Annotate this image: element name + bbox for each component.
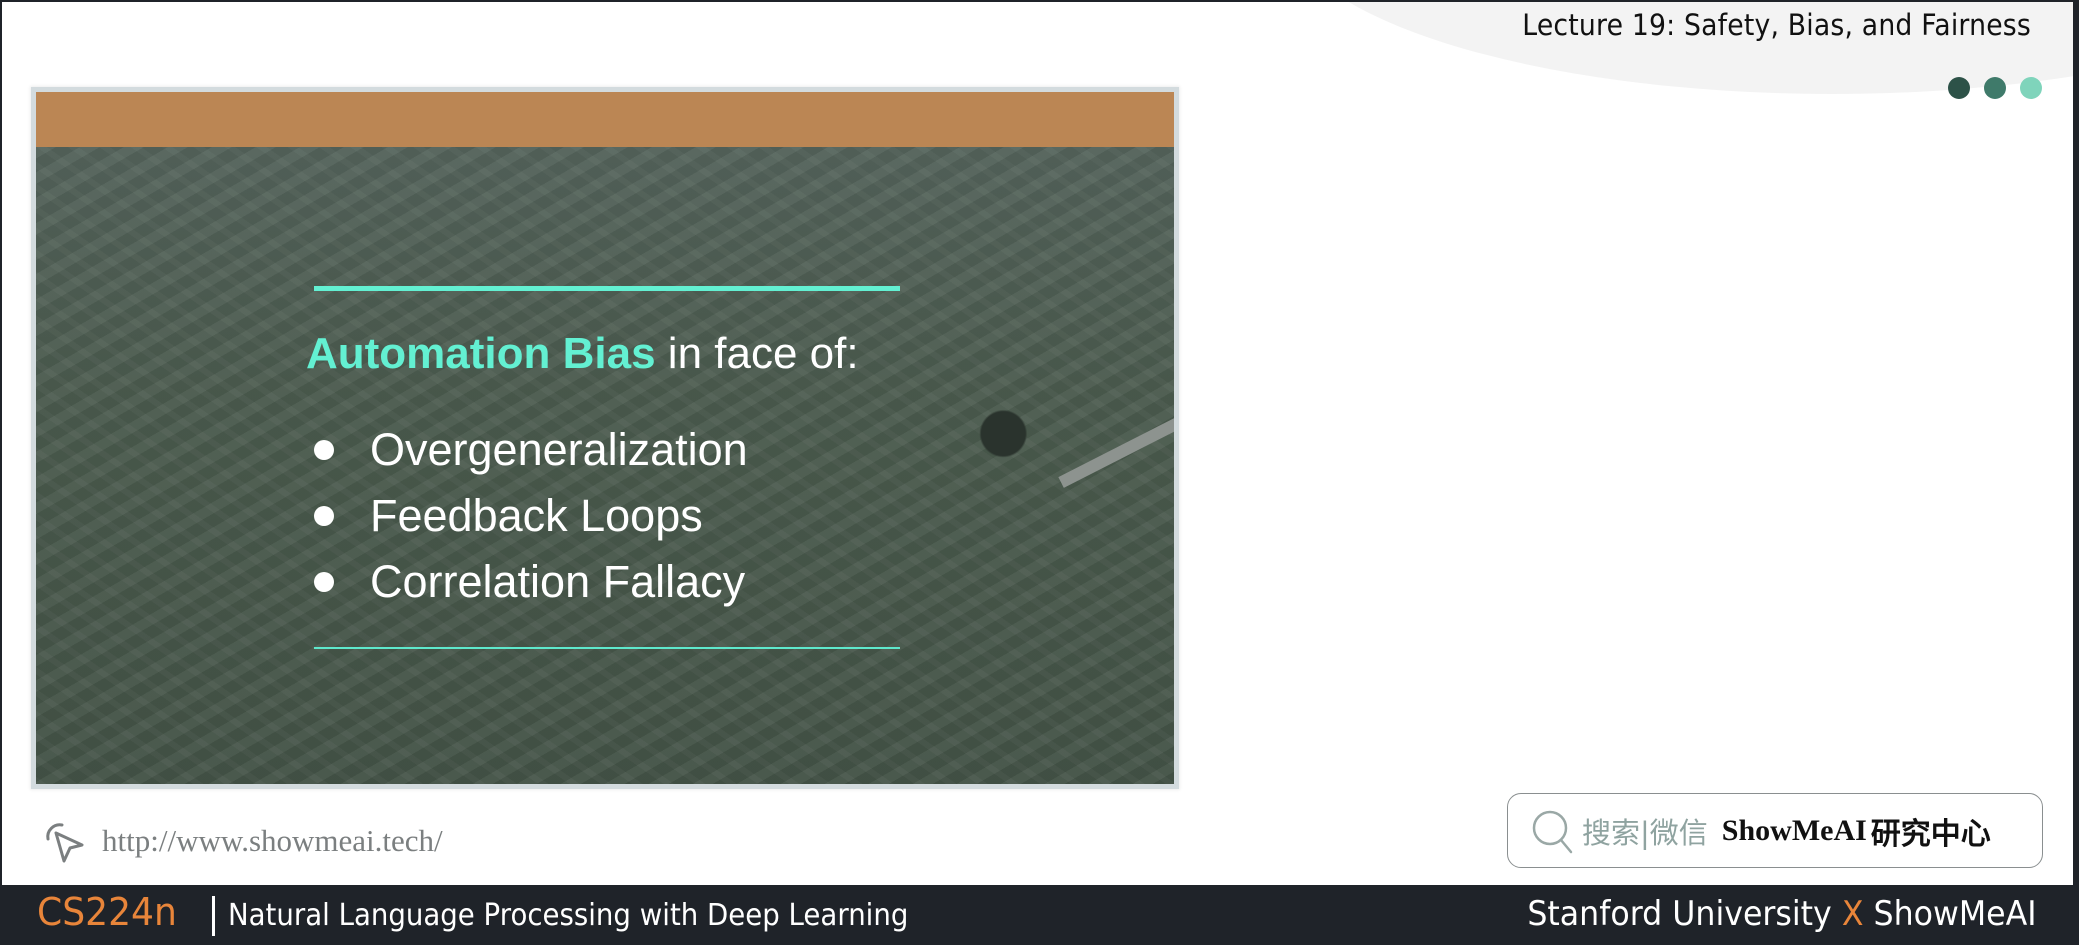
- search-brand: ShowMeAI: [1721, 813, 1867, 847]
- decorative-dots: [1948, 77, 2042, 99]
- footer-divider: [212, 896, 215, 936]
- bullet-item: Overgeneralization: [306, 417, 748, 483]
- search-brand-cn: 研究中心: [1870, 816, 1991, 852]
- credit-left: Stanford University: [1527, 894, 1833, 934]
- heading-accent: Automation Bias: [306, 329, 656, 378]
- accent-rule-bottom: [314, 647, 900, 649]
- bullet-item: Correlation Fallacy: [306, 549, 748, 615]
- search-hint: 搜索|微信: [1582, 815, 1708, 850]
- slide-page: Lecture 19: Safety, Bias, and Fairness A…: [2, 2, 2073, 885]
- lecture-title: Lecture 19: Safety, Bias, and Fairness: [1522, 8, 2031, 42]
- bullet-text: Overgeneralization: [370, 424, 748, 475]
- credit-right: ShowMeAI: [1873, 894, 2037, 934]
- footer-bar: CS224n Natural Language Processing with …: [0, 885, 2079, 945]
- dot-dark-icon: [1948, 77, 1970, 99]
- bullet-text: Feedback Loops: [370, 490, 703, 541]
- cursor-click-icon: [46, 823, 84, 863]
- wechat-search-box[interactable]: 搜索|微信 ShowMeAI 研究中心: [1507, 793, 2043, 868]
- circuit-pad: [1058, 418, 1174, 488]
- bullet-icon: [314, 506, 334, 526]
- slide-heading: Automation Bias in face of:: [306, 329, 859, 379]
- bullet-item: Feedback Loops: [306, 483, 748, 549]
- dot-mid-icon: [1984, 77, 2006, 99]
- bullet-text: Correlation Fallacy: [370, 556, 746, 607]
- accent-rule-top: [314, 286, 900, 291]
- heading-rest: in face of:: [655, 329, 859, 378]
- search-icon: [1532, 810, 1573, 853]
- course-code: CS224n: [37, 890, 177, 934]
- slide-topbar: [36, 92, 1174, 147]
- bullet-list: Overgeneralization Feedback Loops Correl…: [306, 417, 748, 615]
- lecture-slide-image: Automation Bias in face of: Overgenerali…: [36, 92, 1174, 784]
- bullet-icon: [314, 440, 334, 460]
- course-name: Natural Language Processing with Deep Le…: [228, 898, 909, 933]
- credit-text: Stanford University X ShowMeAI: [1528, 894, 2037, 934]
- url-text[interactable]: http://www.showmeai.tech/: [102, 823, 443, 859]
- credit-x: X: [1842, 894, 1864, 934]
- dot-light-icon: [2020, 77, 2042, 99]
- bullet-icon: [314, 572, 334, 592]
- website-link[interactable]: http://www.showmeai.tech/: [40, 817, 443, 865]
